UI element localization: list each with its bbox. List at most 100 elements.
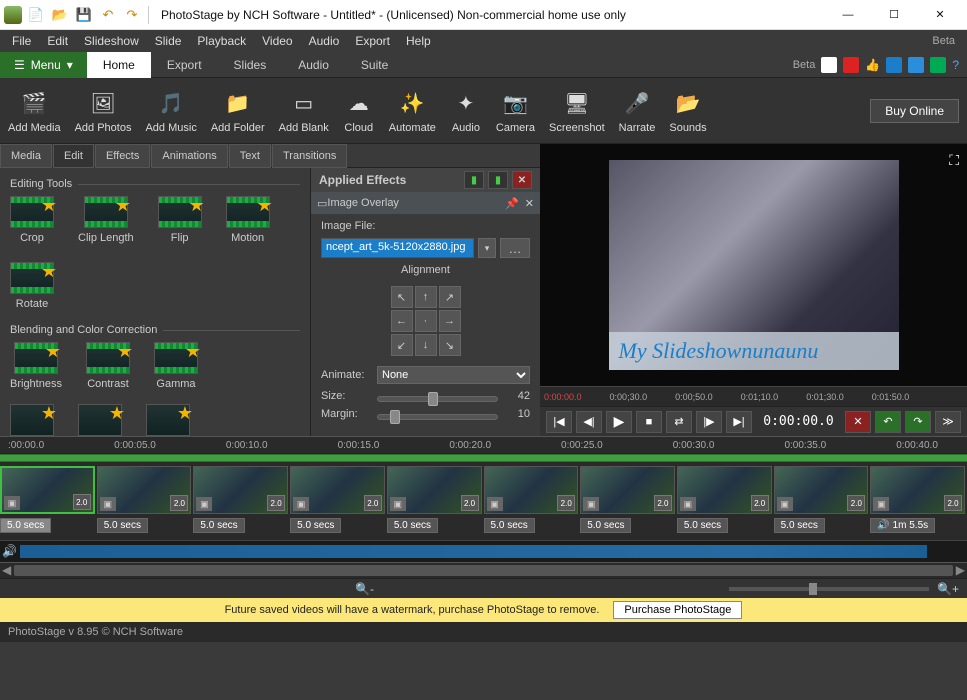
- size-slider[interactable]: [377, 396, 498, 402]
- fullscreen-icon[interactable]: ⛶: [949, 152, 959, 169]
- preview-canvas[interactable]: ⛶ My Slideshowпипаипи: [540, 144, 967, 386]
- cloud-button[interactable]: ☁Cloud: [343, 88, 375, 134]
- subtab-edit[interactable]: Edit: [53, 144, 94, 168]
- linkedin-icon[interactable]: [930, 57, 946, 73]
- align-tl[interactable]: ↖: [391, 286, 413, 308]
- zoom-in-icon[interactable]: 🔍+: [937, 582, 959, 596]
- camera-button[interactable]: 📷Camera: [496, 88, 535, 134]
- overlay-header[interactable]: ▭ Image Overlay 📌✕: [311, 192, 540, 214]
- add-photos-button[interactable]: 🖼Add Photos: [75, 88, 132, 134]
- menu-video[interactable]: Video: [254, 34, 300, 48]
- play-icon[interactable]: ▶: [606, 411, 632, 433]
- image-file-input[interactable]: ncept_art_5k-5120x2880.jpg: [321, 238, 474, 258]
- menu-slideshow[interactable]: Slideshow: [76, 34, 147, 48]
- menu-file[interactable]: File: [4, 34, 39, 48]
- tab-export[interactable]: Export: [151, 52, 218, 78]
- browse-button[interactable]: …: [500, 238, 530, 258]
- add-media-button[interactable]: 🎬Add Media: [8, 88, 61, 134]
- tool-clip-length[interactable]: Clip Length: [78, 196, 134, 244]
- timeline-audio-track[interactable]: 🔊: [0, 540, 967, 562]
- speaker-icon[interactable]: 🔊: [2, 544, 17, 558]
- close-button[interactable]: ✕: [917, 0, 963, 30]
- timeline-scrollbar[interactable]: ◀▶: [0, 562, 967, 578]
- new-icon[interactable]: 📄: [26, 6, 46, 24]
- timeline-track-video[interactable]: [0, 454, 967, 462]
- effect-next-icon[interactable]: ▮: [488, 171, 508, 189]
- timeline-clip[interactable]: ▣2.05.0 secs: [677, 466, 772, 536]
- effect-prev-icon[interactable]: ▮: [464, 171, 484, 189]
- subtab-effects[interactable]: Effects: [95, 144, 150, 168]
- align-r[interactable]: →: [439, 310, 461, 332]
- tool-flip[interactable]: Flip: [158, 196, 202, 244]
- align-c[interactable]: ·: [415, 310, 437, 332]
- screenshot-button[interactable]: 🖥Screenshot: [549, 88, 605, 134]
- purchase-button[interactable]: Purchase PhotoStage: [613, 601, 742, 619]
- timeline-ruler[interactable]: :00:00.00:00:05.00:00:10.00:00:15.00:00:…: [0, 436, 967, 454]
- narrate-button[interactable]: 🎤Narrate: [619, 88, 656, 134]
- timeline-clip[interactable]: ▣2.05.0 secs: [484, 466, 579, 536]
- stop-icon[interactable]: ■: [636, 411, 662, 433]
- help-icon[interactable]: ?: [952, 58, 959, 72]
- tool-crop[interactable]: Crop: [10, 196, 54, 244]
- tool-contrast[interactable]: Contrast: [86, 342, 130, 390]
- align-br[interactable]: ↘: [439, 334, 461, 356]
- menu-dropdown-button[interactable]: ☰ Menu ▾: [0, 52, 87, 78]
- timeline-clip[interactable]: ▣2.05.0 secs: [290, 466, 385, 536]
- timeline-clip[interactable]: ▣2.0🔊 1m 5.5s: [870, 466, 965, 536]
- preview-ruler[interactable]: 0:00:00.00:00;30.00:00;50.00:01;10.00:01…: [540, 386, 967, 406]
- animate-select[interactable]: None: [377, 366, 530, 384]
- buy-online-button[interactable]: Buy Online: [870, 99, 959, 123]
- twitter-icon[interactable]: [908, 57, 924, 73]
- minimize-button[interactable]: —: [825, 0, 871, 30]
- margin-slider[interactable]: [377, 414, 498, 420]
- menu-playback[interactable]: Playback: [189, 34, 254, 48]
- tab-slides[interactable]: Slides: [218, 52, 283, 78]
- tab-home[interactable]: Home: [87, 52, 151, 78]
- zoom-out-icon[interactable]: 🔍-: [355, 582, 374, 596]
- subtab-animations[interactable]: Animations: [151, 144, 227, 168]
- align-bl[interactable]: ↙: [391, 334, 413, 356]
- facebook-icon[interactable]: [886, 57, 902, 73]
- step-back-icon[interactable]: ◀|: [576, 411, 602, 433]
- menu-edit[interactable]: Edit: [39, 34, 76, 48]
- tool-motion[interactable]: Motion: [226, 196, 270, 244]
- add-blank-button[interactable]: ▭Add Blank: [279, 88, 329, 134]
- save-icon[interactable]: 💾: [74, 6, 94, 24]
- goto-start-icon[interactable]: |◀: [546, 411, 572, 433]
- timeline-clip[interactable]: ▣2.05.0 secs: [193, 466, 288, 536]
- subtab-text[interactable]: Text: [229, 144, 271, 168]
- tab-audio[interactable]: Audio: [282, 52, 345, 78]
- tab-suite[interactable]: Suite: [345, 52, 404, 78]
- loop-icon[interactable]: ⇄: [666, 411, 692, 433]
- align-l[interactable]: ←: [391, 310, 413, 332]
- timeline-clip[interactable]: ▣2.05.0 secs: [580, 466, 675, 536]
- goto-end-icon[interactable]: ▶|: [726, 411, 752, 433]
- tool-brightness[interactable]: Brightness: [10, 342, 62, 390]
- step-forward-icon[interactable]: |▶: [696, 411, 722, 433]
- maximize-button[interactable]: ☐: [871, 0, 917, 30]
- add-music-button[interactable]: 🎵Add Music: [145, 88, 196, 134]
- timeline-clip[interactable]: ▣2.05.0 secs: [0, 466, 95, 536]
- rotate-left-icon[interactable]: ↶: [875, 411, 901, 433]
- menu-audio[interactable]: Audio: [301, 34, 348, 48]
- timeline-clip[interactable]: ▣2.05.0 secs: [774, 466, 869, 536]
- redo-icon[interactable]: ↷: [122, 6, 142, 24]
- timeline-clip[interactable]: ▣2.05.0 secs: [387, 466, 482, 536]
- sounds-button[interactable]: 📂Sounds: [669, 88, 706, 134]
- zoom-slider[interactable]: [729, 587, 929, 591]
- subtab-media[interactable]: Media: [0, 144, 52, 168]
- add-folder-button[interactable]: 📁Add Folder: [211, 88, 265, 134]
- more-icon[interactable]: ≫: [935, 411, 961, 433]
- rotate-right-icon[interactable]: ↷: [905, 411, 931, 433]
- align-tr[interactable]: ↗: [439, 286, 461, 308]
- menu-help[interactable]: Help: [398, 34, 439, 48]
- youtube-icon[interactable]: [843, 57, 859, 73]
- delete-clip-icon[interactable]: ✕: [845, 411, 871, 433]
- open-icon[interactable]: 📂: [50, 6, 70, 24]
- file-dropdown-icon[interactable]: ▾: [478, 238, 496, 258]
- align-b[interactable]: ↓: [415, 334, 437, 356]
- tool-gamma[interactable]: Gamma: [154, 342, 198, 390]
- automate-button[interactable]: ✨Automate: [389, 88, 436, 134]
- timeline-clip[interactable]: ▣2.05.0 secs: [97, 466, 192, 536]
- close-overlay-icon[interactable]: ✕: [525, 197, 534, 210]
